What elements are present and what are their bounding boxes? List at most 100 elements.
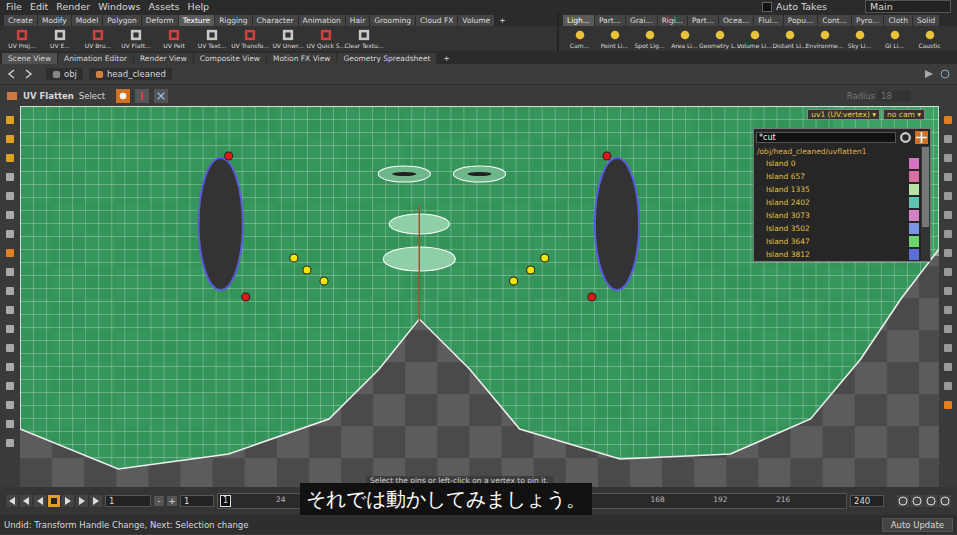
shelf-tool[interactable]: UV E... (41, 29, 79, 49)
add-pane-tab-button[interactable]: + (437, 53, 455, 64)
island-row[interactable]: Island 1335 (754, 183, 921, 196)
shelf-tab[interactable]: Popu... (784, 15, 818, 26)
flatten-mode-button[interactable] (154, 89, 168, 103)
shelf-tab[interactable]: Create (4, 15, 37, 26)
shelf-tool[interactable]: UV Flatt... (117, 29, 155, 49)
gear-icon[interactable] (899, 131, 912, 144)
select-mode-button[interactable] (116, 89, 130, 103)
checkbox-icon[interactable] (762, 2, 772, 12)
tool-icon[interactable] (4, 114, 16, 126)
pane-tab[interactable]: Scene View (2, 53, 57, 64)
display-option-icon[interactable] (942, 285, 954, 297)
uv-pin[interactable] (225, 152, 233, 160)
shelf-tool[interactable]: Spot Lig... (632, 29, 667, 49)
shelf-tab[interactable]: Ocea... (719, 15, 753, 26)
tool-icon[interactable] (4, 437, 16, 449)
shelf-tool[interactable]: Point Li... (597, 29, 632, 49)
step-button[interactable]: + (167, 496, 177, 506)
shelf-tool[interactable]: UV Proj... (3, 29, 41, 49)
shelf-tool[interactable]: Caustic (912, 29, 947, 49)
display-option-icon[interactable] (942, 380, 954, 392)
playback-button-icon[interactable] (48, 495, 60, 507)
tool-icon[interactable] (4, 266, 16, 278)
uv-pin[interactable] (303, 266, 311, 274)
display-option-icon[interactable] (942, 266, 954, 278)
island-row[interactable]: Island 3812 (754, 248, 921, 261)
timeline-option-icon[interactable] (897, 495, 909, 507)
shelf-tool[interactable]: Sky Li... (842, 29, 877, 49)
camera-dropdown[interactable]: no cam ▾ (883, 109, 925, 120)
uv-pin[interactable] (510, 277, 518, 285)
pin-mode-button[interactable] (135, 89, 149, 103)
pane-tab[interactable]: Render View (134, 53, 193, 64)
display-option-icon[interactable] (942, 171, 954, 183)
island-row[interactable]: Island 3073 (754, 209, 921, 222)
shelf-tool[interactable]: GI Li... (877, 29, 912, 49)
shelf-tab[interactable]: Animation (299, 15, 345, 26)
shelf-tab[interactable]: Cloud FX (416, 15, 457, 26)
shelf-tab[interactable]: Ligh... (563, 15, 594, 26)
display-option-icon[interactable] (942, 209, 954, 221)
display-option-icon[interactable] (942, 323, 954, 335)
display-option-icon[interactable] (942, 399, 954, 411)
radius-field[interactable]: Radius 18 (847, 91, 911, 101)
tool-icon[interactable] (4, 323, 16, 335)
path-segment[interactable]: obj (46, 68, 83, 80)
display-option-icon[interactable] (942, 304, 954, 316)
pane-tab[interactable]: Animation Editor (58, 53, 133, 64)
tool-icon[interactable] (4, 342, 16, 354)
timeline-option-icon[interactable] (925, 495, 937, 507)
shelf-tab[interactable]: Rigi... (658, 15, 687, 26)
shelf-tab[interactable]: Cont... (818, 15, 851, 26)
uv-pin[interactable] (527, 266, 535, 274)
display-option-icon[interactable] (942, 247, 954, 259)
tool-icon[interactable] (4, 285, 16, 297)
tool-icon[interactable] (4, 152, 16, 164)
link-icon[interactable] (939, 68, 951, 80)
shelf-tab[interactable]: Texture (179, 15, 214, 26)
shelf-tool[interactable]: UV Unwr... (269, 29, 307, 49)
shelf-tab[interactable]: Solid (913, 15, 939, 26)
timeline-option-icon[interactable] (939, 495, 951, 507)
island-row[interactable]: Island 3647 (754, 235, 921, 248)
tool-icon[interactable] (4, 418, 16, 430)
shelf-tab[interactable]: Polygon (103, 15, 140, 26)
playback-button-icon[interactable] (90, 495, 102, 507)
shelf-tool[interactable]: Volume Li... (737, 29, 772, 49)
display-option-icon[interactable] (942, 133, 954, 145)
pane-tab[interactable]: Composite View (194, 53, 266, 64)
tool-icon[interactable] (4, 209, 16, 221)
shelf-tool[interactable]: Area Li... (667, 29, 702, 49)
playback-button-icon[interactable] (6, 495, 18, 507)
menu-item[interactable]: Help (187, 1, 209, 12)
shelf-tab[interactable]: Character (253, 15, 298, 26)
pin-icon[interactable] (923, 68, 935, 80)
display-option-icon[interactable] (942, 228, 954, 240)
menu-item[interactable]: Edit (30, 1, 48, 12)
tool-icon[interactable] (4, 133, 16, 145)
back-arrow-icon[interactable] (6, 68, 18, 80)
auto-takes-toggle[interactable]: Auto Takes (762, 1, 827, 12)
add-shelf-button[interactable]: + (495, 15, 509, 26)
shelf-tab[interactable]: Modify (38, 15, 71, 26)
display-option-icon[interactable] (942, 361, 954, 373)
shelf-tab[interactable]: Rigging (215, 15, 251, 26)
display-option-icon[interactable] (942, 152, 954, 164)
shelf-tool[interactable]: Cam... (562, 29, 597, 49)
shelf-tool[interactable]: Distant Li... (772, 29, 807, 49)
scrollbar[interactable] (921, 146, 930, 261)
shelf-tool[interactable]: UV Text... (193, 29, 231, 49)
range-start-field[interactable]: 1 (180, 495, 214, 507)
pane-tab[interactable]: Geometry Spreadsheet (337, 53, 436, 64)
shelf-tool[interactable]: Environme... (807, 29, 842, 49)
display-option-icon[interactable] (942, 190, 954, 202)
menu-item[interactable]: File (6, 1, 22, 12)
shelf-tab[interactable]: Part... (595, 15, 625, 26)
shelf-tab[interactable]: Model (72, 15, 103, 26)
uv-pin[interactable] (588, 293, 596, 301)
range-end-field[interactable]: 240 (850, 495, 884, 507)
tool-icon[interactable] (4, 361, 16, 373)
shelf-tool[interactable]: Clear Textu... (345, 29, 383, 49)
uv-pin[interactable] (320, 277, 328, 285)
playback-button-icon[interactable] (62, 495, 74, 507)
